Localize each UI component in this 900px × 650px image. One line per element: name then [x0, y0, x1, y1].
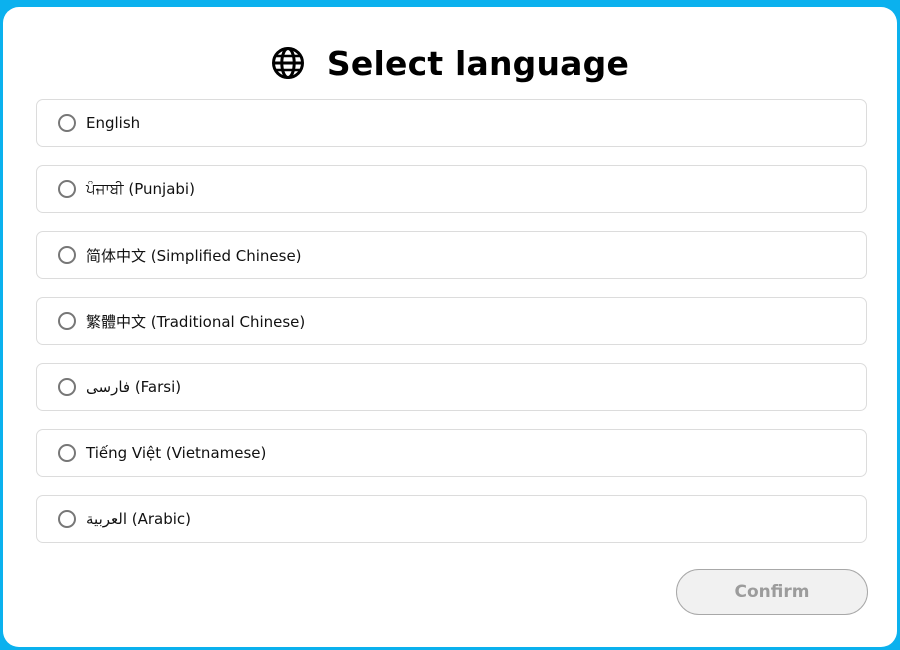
radio-button[interactable]: [58, 444, 76, 462]
language-label: 繁體中文 (Traditional Chinese): [86, 312, 306, 331]
radio-button[interactable]: [58, 180, 76, 198]
radio-button[interactable]: [58, 312, 76, 330]
language-option-simplified-chinese[interactable]: 简体中文 (Simplified Chinese): [36, 231, 867, 279]
radio-button[interactable]: [58, 246, 76, 264]
language-option-traditional-chinese[interactable]: 繁體中文 (Traditional Chinese): [36, 297, 867, 345]
radio-button[interactable]: [58, 114, 76, 132]
confirm-button[interactable]: Confirm: [676, 569, 868, 615]
dialog-header: Select language: [3, 43, 897, 83]
radio-button[interactable]: [58, 510, 76, 528]
language-dialog: Select language English ਪੰਜਾਬੀ (Punjabi)…: [3, 7, 897, 647]
dialog-title: Select language: [326, 43, 630, 83]
language-option-punjabi[interactable]: ਪੰਜਾਬੀ (Punjabi): [36, 165, 867, 213]
language-option-farsi[interactable]: فارسی (Farsi): [36, 363, 867, 411]
language-label: العربية (Arabic): [86, 510, 192, 528]
language-label: English: [86, 114, 141, 132]
language-option-english[interactable]: English: [36, 99, 867, 147]
language-label: ਪੰਜਾਬੀ (Punjabi): [86, 180, 195, 198]
globe-icon: [271, 46, 305, 80]
language-options-list: English ਪੰਜਾਬੀ (Punjabi) 简体中文 (Simplifie…: [36, 99, 867, 561]
language-option-vietnamese[interactable]: Tiếng Việt (Vietnamese): [36, 429, 867, 477]
language-label: 简体中文 (Simplified Chinese): [86, 246, 302, 265]
language-label: فارسی (Farsi): [86, 378, 182, 396]
language-option-arabic[interactable]: العربية (Arabic): [36, 495, 867, 543]
language-label: Tiếng Việt (Vietnamese): [86, 444, 267, 462]
radio-button[interactable]: [58, 378, 76, 396]
